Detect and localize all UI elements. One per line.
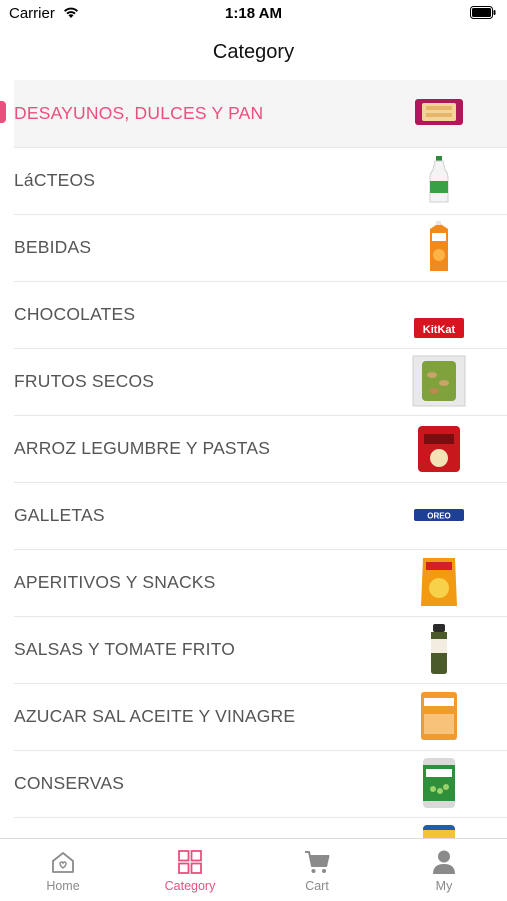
category-label: ARROZ LEGUMBRE Y PASTAS — [14, 438, 271, 458]
cart-icon — [305, 851, 330, 873]
category-list[interactable]: DESAYUNOS, DULCES Y PAN LáCTEOS BEBIDAS … — [0, 80, 507, 840]
home-icon — [52, 852, 74, 873]
category-row-lacteos[interactable]: LáCTEOS — [14, 147, 507, 215]
category-row-frutos-secos[interactable]: FRUTOS SECOS — [14, 348, 507, 416]
category-label: APERITIVOS Y SNACKS — [14, 572, 216, 592]
tab-label: Cart — [305, 879, 329, 893]
category-row-arroz[interactable]: ARROZ LEGUMBRE Y PASTAS — [14, 415, 507, 483]
category-row-aperitivos[interactable]: APERITIVOS Y SNACKS — [14, 549, 507, 617]
tab-bar: Home Category Cart My — [0, 838, 507, 901]
peas-can-icon — [423, 758, 455, 808]
category-label: DESAYUNOS, DULCES Y PAN — [14, 103, 264, 123]
clock: 1:18 AM — [225, 5, 282, 22]
category-row-azucar[interactable]: AZUCAR SAL ACEITE Y VINAGRE — [14, 683, 507, 751]
tab-label: My — [435, 879, 453, 893]
category-label: LáCTEOS — [14, 170, 96, 190]
tab-label: Category — [164, 879, 216, 893]
category-row-chocolates[interactable]: CHOCOLATES KitKat — [14, 281, 507, 349]
category-row-salsas[interactable]: SALSAS Y TOMATE FRITO — [14, 616, 507, 684]
tab-home[interactable]: Home — [0, 839, 126, 901]
category-label: SALSAS Y TOMATE FRITO — [14, 639, 236, 659]
category-label: AZUCAR SAL ACEITE Y VINAGRE — [14, 706, 296, 726]
tab-my[interactable]: My — [381, 839, 507, 901]
category-row-conservas[interactable]: CONSERVAS — [14, 750, 507, 818]
cookie-pack-icon: OREO — [414, 509, 464, 521]
navigation-bar: Category — [0, 28, 507, 78]
tab-cart[interactable]: Cart — [254, 839, 380, 901]
category-row-bebidas[interactable]: BEBIDAS — [14, 214, 507, 282]
category-label: CONSERVAS — [14, 773, 125, 793]
nuts-bag-icon — [412, 355, 466, 407]
category-label: FRUTOS SECOS — [14, 371, 155, 391]
sauce-bottle-icon — [431, 624, 447, 674]
category-label: BEBIDAS — [14, 237, 92, 257]
category-row-galletas[interactable]: GALLETAS OREO — [14, 482, 507, 550]
tab-label: Home — [46, 879, 80, 893]
svg-text:KitKat: KitKat — [423, 324, 456, 336]
category-label: GALLETAS — [14, 505, 105, 525]
category-row-desayunos[interactable]: DESAYUNOS, DULCES Y PAN — [14, 80, 507, 148]
user-icon — [433, 850, 455, 874]
chocolate-bar-icon: KitKat — [414, 318, 464, 338]
rice-pack-icon — [418, 426, 460, 472]
category-label: CHOCOLATES — [14, 304, 136, 324]
grid-icon — [178, 850, 202, 874]
milk-bottle-icon — [429, 156, 449, 203]
svg-text:OREO: OREO — [427, 512, 451, 521]
battery-icon — [470, 6, 496, 19]
pastry-pack-icon — [415, 99, 463, 125]
page-title: Category — [212, 41, 295, 63]
juice-carton-icon — [430, 221, 448, 271]
status-bar: Carrier 1:18 AM — [0, 0, 507, 28]
chips-bag-icon — [421, 558, 457, 606]
sugar-bag-icon — [421, 692, 457, 740]
category-row-partial[interactable] — [14, 817, 507, 840]
tab-category[interactable]: Category — [127, 839, 253, 901]
